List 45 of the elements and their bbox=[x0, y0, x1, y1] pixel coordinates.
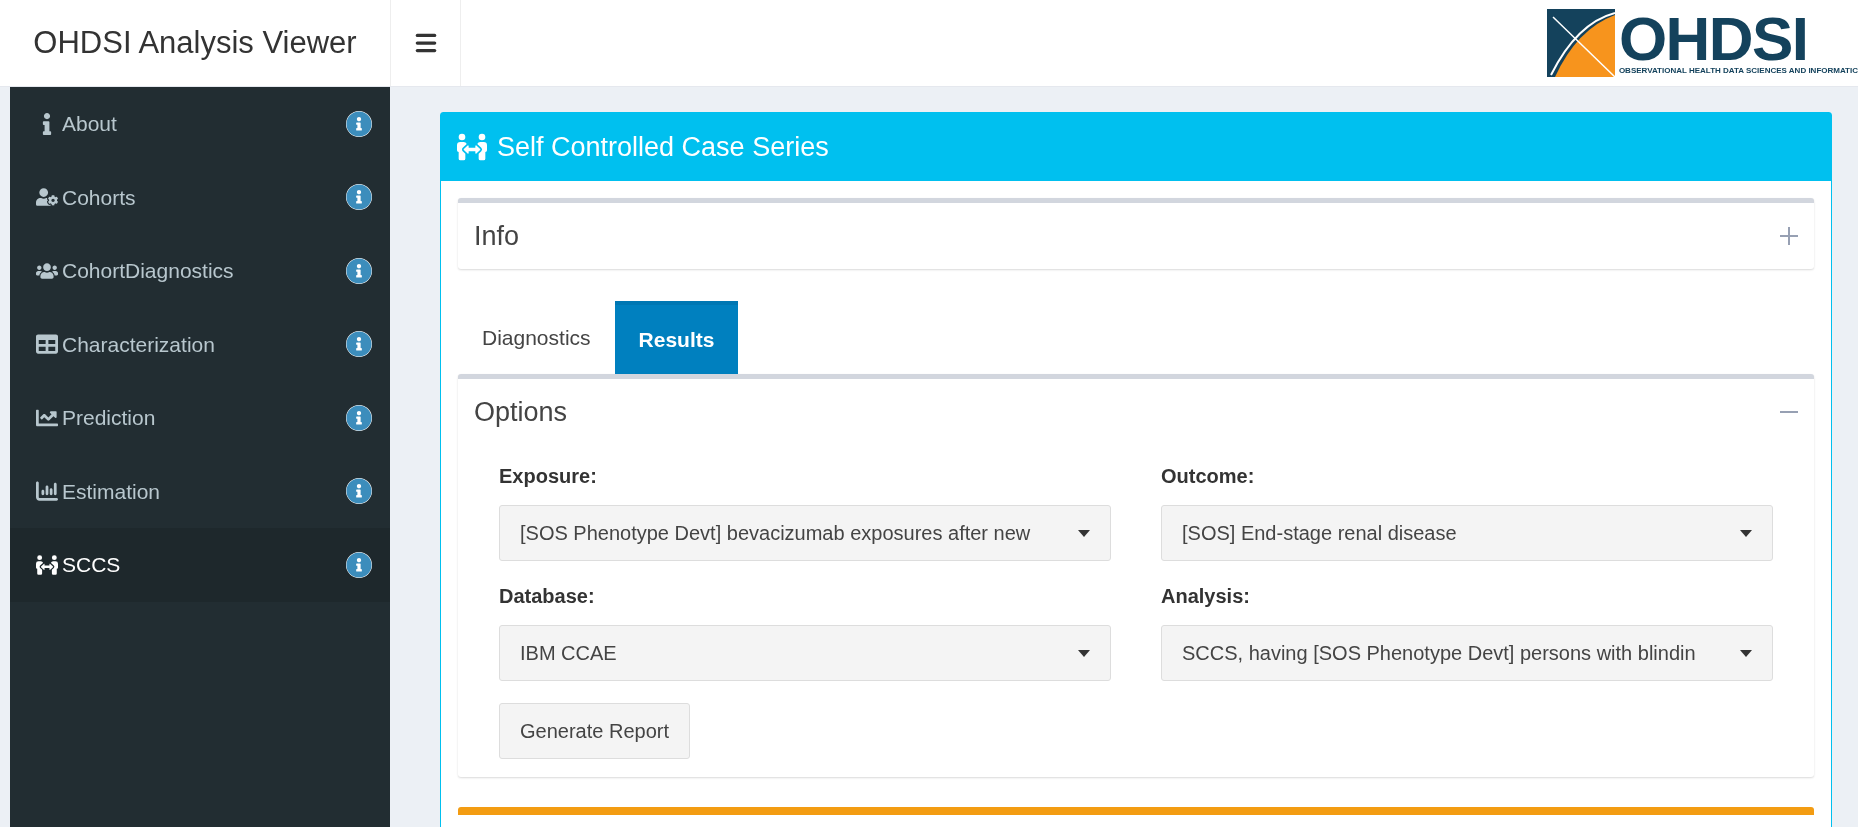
expand-button[interactable] bbox=[1780, 227, 1798, 245]
info-icon bbox=[346, 257, 372, 284]
info-icon bbox=[346, 110, 372, 137]
tab[interactable]: Diagnostics bbox=[458, 301, 615, 374]
dropdown-field[interactable]: [SOS Phenotype Devt] bevacizumab exposures after new bbox=[499, 505, 1111, 561]
plus-icon bbox=[1780, 227, 1798, 245]
info-icon bbox=[346, 331, 372, 358]
caret-icon bbox=[1078, 529, 1090, 537]
field-label: Outcome: bbox=[1161, 464, 1256, 489]
sidebar-item[interactable]: Characterization bbox=[10, 307, 390, 381]
box-title: Options bbox=[474, 395, 568, 429]
info-icon bbox=[346, 551, 372, 578]
field-label: Exposure: bbox=[499, 464, 598, 489]
people-arrows-icon bbox=[457, 132, 487, 162]
info-icon bbox=[346, 184, 372, 211]
menu-button[interactable] bbox=[390, 0, 461, 86]
logo-icon bbox=[1546, 9, 1615, 77]
dropdown-field[interactable]: IBM CCAE bbox=[499, 625, 1111, 681]
info-icon bbox=[346, 478, 372, 505]
tab[interactable]: Results bbox=[614, 301, 739, 374]
sidebar-item[interactable]: CohortDiagnostics bbox=[10, 234, 390, 308]
sidebar-item[interactable]: SCCS bbox=[10, 528, 390, 602]
dropdown-field[interactable]: SCCS, having [SOS Phenotype Devt] persons with blindin bbox=[1161, 625, 1773, 681]
generate-report-button[interactable]: Generate Report bbox=[499, 703, 690, 759]
box-title: Info bbox=[474, 219, 520, 253]
logo-tagline: OBSERVATIONAL HEALTH DATA SCIENCES AND INFORMATIC bbox=[1618, 67, 1858, 75]
sidebar-item[interactable]: Prediction bbox=[10, 381, 390, 455]
sidebar-item[interactable]: Cohorts bbox=[10, 160, 390, 234]
logo-wordmark: OHDSI bbox=[1618, 11, 1809, 67]
caret-icon bbox=[1740, 649, 1752, 657]
field-label: Database: bbox=[499, 584, 596, 609]
table-icon bbox=[36, 333, 58, 356]
field-label: Analysis: bbox=[1161, 584, 1251, 609]
dropdown-field[interactable]: [SOS] End-stage renal disease bbox=[1161, 505, 1773, 561]
info-icon bbox=[346, 404, 372, 431]
user-gear-icon bbox=[36, 186, 58, 209]
app-title: OHDSI Analysis Viewer bbox=[33, 23, 357, 62]
sidebar-item[interactable]: Estimation bbox=[10, 454, 390, 528]
panel-title: Self Controlled Case Series bbox=[497, 130, 829, 164]
caret-icon bbox=[1740, 529, 1752, 537]
caret-icon bbox=[1078, 649, 1090, 657]
bar-chart-icon bbox=[36, 480, 58, 503]
people-arrows-icon bbox=[36, 553, 58, 576]
sidebar-item[interactable]: About bbox=[10, 87, 390, 161]
minus-icon bbox=[1780, 411, 1798, 413]
